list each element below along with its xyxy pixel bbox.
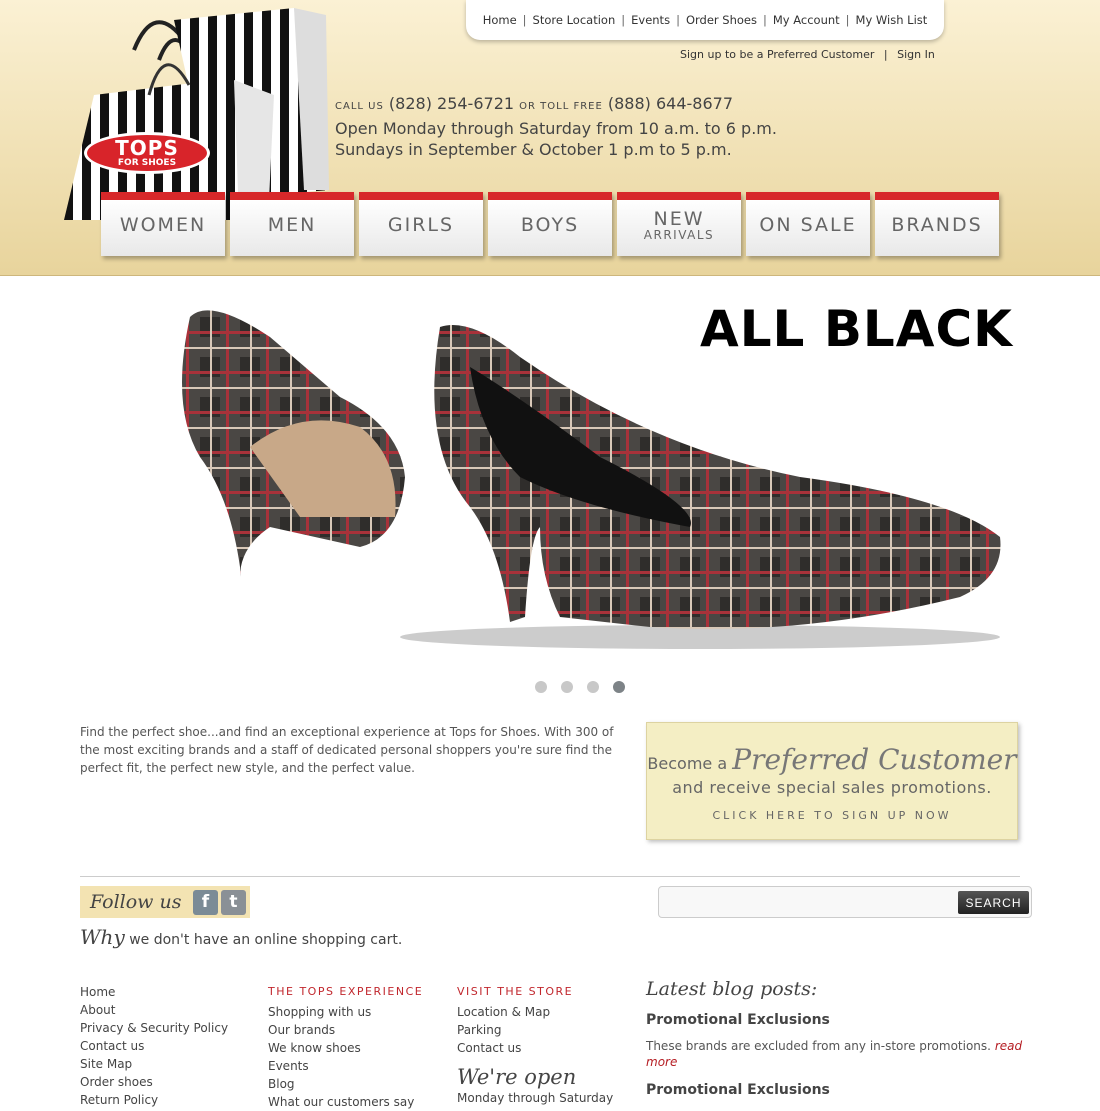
facebook-icon[interactable]: f xyxy=(193,889,218,915)
footer-our-brands[interactable]: Our brands xyxy=(268,1021,423,1039)
slide-dot-3[interactable] xyxy=(587,681,599,693)
footer-home[interactable]: Home xyxy=(80,983,228,1001)
footer-shopping[interactable]: Shopping with us xyxy=(268,1003,423,1021)
footer-contact-us[interactable]: Contact us xyxy=(457,1039,613,1057)
nav-wish-list[interactable]: My Wish List xyxy=(856,13,928,27)
footer-heading: THE TOPS EXPERIENCE xyxy=(268,985,424,998)
nav-my-account[interactable]: My Account xyxy=(773,13,840,27)
slide-dot-4[interactable] xyxy=(613,681,625,693)
footer-privacy[interactable]: Privacy & Security Policy xyxy=(80,1019,228,1037)
footer-parking[interactable]: Parking xyxy=(457,1021,613,1039)
footer-order-shoes[interactable]: Order shoes xyxy=(80,1073,228,1091)
follow-us-bar: Follow us f t xyxy=(80,886,250,918)
footer-tops-experience: THE TOPS EXPERIENCE Shopping with us Our… xyxy=(268,983,423,1111)
nav-home[interactable]: Home xyxy=(483,13,517,27)
search-input[interactable] xyxy=(663,891,953,913)
top-nav: Home | Store Location | Events | Order Shoe… xyxy=(466,0,944,40)
nav-events[interactable]: Events xyxy=(631,13,670,27)
footer-know-shoes[interactable]: We know shoes xyxy=(268,1039,423,1057)
why-no-cart-link[interactable]: Why we don't have an online shopping car… xyxy=(80,925,402,949)
category-new-arrivals[interactable]: NEW ARRIVALS xyxy=(617,192,741,256)
footer-links-main: Home About Privacy & Security Policy Con… xyxy=(80,983,228,1109)
footer-blog[interactable]: Blog xyxy=(268,1075,423,1093)
slide-dot-1[interactable] xyxy=(535,681,547,693)
footer-testimonials[interactable]: What our customers say xyxy=(268,1093,423,1111)
preferred-customer-link[interactable]: Sign up to be a Preferred Customer xyxy=(680,48,874,61)
footer-contact[interactable]: Contact us xyxy=(80,1037,228,1055)
footer-return-policy[interactable]: Return Policy xyxy=(80,1091,228,1109)
sign-in-link[interactable]: Sign In xyxy=(897,48,935,61)
sunday-hours: Sundays in September & October 1 p.m to … xyxy=(335,140,732,159)
search-button[interactable]: SEARCH xyxy=(958,891,1029,914)
slide-indicators xyxy=(535,681,625,693)
blog-post-excerpt: These brands are excluded from any in-st… xyxy=(646,1039,1023,1069)
latest-blog-posts: Latest blog posts: Promotional Exclusion… xyxy=(646,978,1036,1098)
twitter-icon[interactable]: t xyxy=(221,889,246,915)
nav-order-shoes[interactable]: Order Shoes xyxy=(686,13,757,27)
phone-line: CALL US (828) 254-6721 OR TOLL FREE (888… xyxy=(335,94,734,113)
footer-visit-store: VISIT THE STORE Location & Map Parking C… xyxy=(457,983,613,1107)
phone-toll-free: (888) 644-8677 xyxy=(607,94,734,113)
sign-up-cta: CLICK HERE TO SIGN UP NOW xyxy=(712,809,952,822)
account-links: Sign up to be a Preferred Customer | Sig… xyxy=(680,48,935,61)
blog-heading: Latest blog posts: xyxy=(646,978,818,1000)
tops-logo[interactable]: TOPS FOR SHOES xyxy=(84,132,210,174)
footer-events[interactable]: Events xyxy=(268,1057,423,1075)
category-men[interactable]: MEN xyxy=(230,192,354,256)
category-girls[interactable]: GIRLS xyxy=(359,192,483,256)
footer-location-map[interactable]: Location & Map xyxy=(457,1003,613,1021)
intro-text: Find the perfect shoe...and find an exce… xyxy=(80,725,614,775)
footer-site-map[interactable]: Site Map xyxy=(80,1055,228,1073)
category-brands[interactable]: BRANDS xyxy=(875,192,999,256)
logo-subtext: FOR SHOES xyxy=(117,158,177,168)
category-on-sale[interactable]: ON SALE xyxy=(746,192,870,256)
nav-store-location[interactable]: Store Location xyxy=(533,13,616,27)
divider xyxy=(80,876,1020,877)
were-open-heading: We're open xyxy=(457,1065,577,1089)
phone-local: (828) 254-6721 xyxy=(388,94,515,113)
footer-heading: VISIT THE STORE xyxy=(457,985,574,998)
category-boys[interactable]: BOYS xyxy=(488,192,612,256)
open-days: Monday through Saturday xyxy=(457,1091,614,1105)
blog-post-title[interactable]: Promotional Exclusions xyxy=(646,1082,1036,1098)
contact-info: CALL US (828) 254-6721 OR TOLL FREE (888… xyxy=(335,93,777,161)
footer-about[interactable]: About xyxy=(80,1001,228,1019)
logo-text: TOPS xyxy=(115,136,179,160)
blog-post-title[interactable]: Promotional Exclusions xyxy=(646,1012,1036,1028)
preferred-customer-banner[interactable]: Become a Preferred Customer and receive … xyxy=(646,722,1018,840)
store-hours: Open Monday through Saturday from 10 a.m… xyxy=(335,118,777,138)
category-women[interactable]: WOMEN xyxy=(101,192,225,256)
hero-title: ALL BLACK xyxy=(700,300,1013,358)
slide-dot-2[interactable] xyxy=(561,681,573,693)
